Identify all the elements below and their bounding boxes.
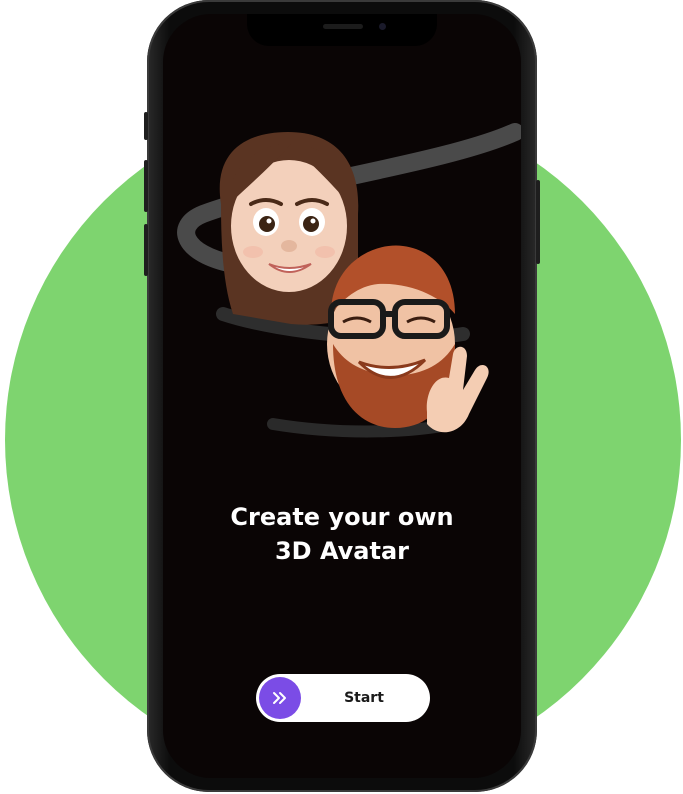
silent-switch [144, 112, 148, 140]
phone-screen: Create your own 3D Avatar Start [163, 14, 521, 778]
volume-down-button [144, 224, 148, 276]
headline-line-2: 3D Avatar [274, 537, 410, 565]
volume-up-button [144, 160, 148, 212]
headline-line-1: Create your own [230, 503, 454, 531]
start-slider-knob[interactable] [259, 677, 301, 719]
double-chevron-right-icon [273, 692, 286, 704]
phone-frame: Create your own 3D Avatar Start [144, 0, 540, 792]
power-button [536, 180, 540, 264]
avatar-illustration [177, 123, 521, 438]
start-label: Start [344, 690, 384, 706]
start-slider-button[interactable]: Start [256, 674, 430, 722]
app-showcase: Create your own 3D Avatar Start [0, 0, 683, 794]
